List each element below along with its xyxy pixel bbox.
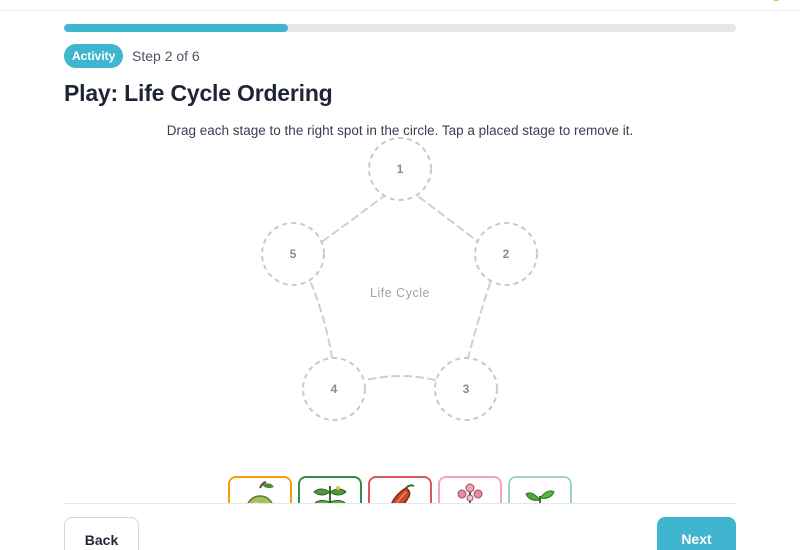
connector-3-4 bbox=[365, 375, 436, 381]
step-indicator: Step 2 of 6 bbox=[132, 48, 200, 64]
page-title: Play: Life Cycle Ordering bbox=[64, 80, 333, 106]
back-button[interactable]: Back bbox=[64, 517, 139, 550]
connector-2-3 bbox=[467, 282, 491, 359]
leafy-plant-icon bbox=[313, 486, 347, 504]
stage-tile-seed-pod[interactable] bbox=[368, 476, 432, 504]
activity-badge: Activity bbox=[64, 44, 124, 68]
stage-tile-sprout[interactable] bbox=[508, 476, 572, 504]
slot-label-2: 2 bbox=[503, 247, 510, 261]
corner-accent-icon bbox=[774, 0, 780, 1]
slot-label-5: 5 bbox=[290, 247, 297, 261]
footer-divider bbox=[64, 503, 736, 504]
progress-bar bbox=[64, 24, 736, 32]
life-cycle-diagram: 1 2 3 4 5 Life Cycle bbox=[261, 137, 538, 421]
connector-1-2 bbox=[418, 196, 478, 242]
slot-label-1: 1 bbox=[397, 162, 404, 176]
progress-fill bbox=[64, 24, 288, 32]
seed-pod-icon bbox=[390, 484, 415, 504]
top-bar bbox=[0, 0, 800, 11]
slot-label-3: 3 bbox=[463, 382, 470, 396]
pear-fruit-icon bbox=[246, 481, 274, 504]
connector-5-1 bbox=[322, 195, 385, 242]
connector-4-5 bbox=[310, 282, 333, 359]
sprout-icon bbox=[525, 490, 555, 504]
stage-tile-pear[interactable] bbox=[228, 476, 292, 504]
next-button[interactable]: Next bbox=[657, 517, 736, 550]
stage-tray bbox=[228, 476, 572, 504]
stage-tile-flowering-plant[interactable] bbox=[438, 476, 502, 504]
flowering-plant-icon bbox=[457, 483, 483, 504]
stage-tile-leafy-plant[interactable] bbox=[298, 476, 362, 504]
slot-label-4: 4 bbox=[331, 382, 338, 396]
cycle-center-label: Life Cycle bbox=[370, 286, 430, 300]
